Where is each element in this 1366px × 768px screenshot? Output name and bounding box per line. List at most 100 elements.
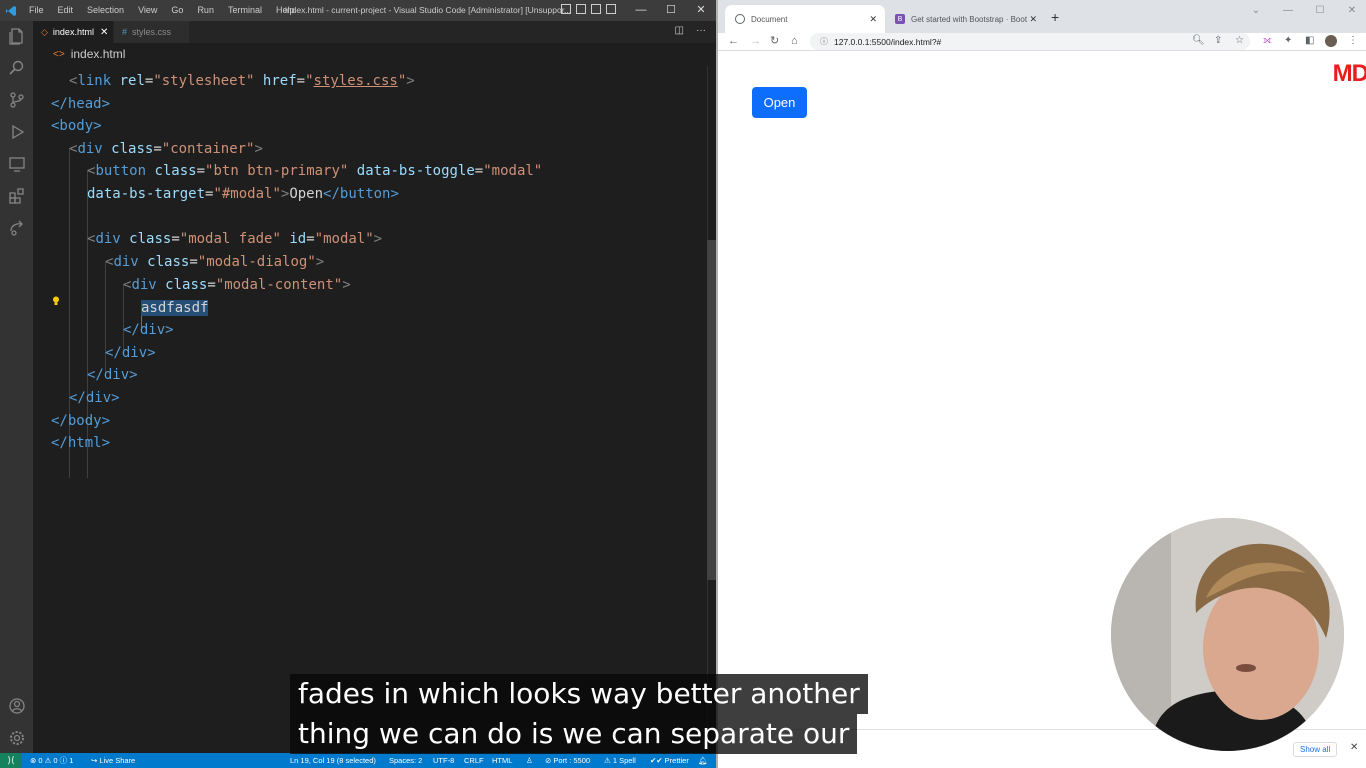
code-line: </html> xyxy=(51,435,111,451)
breadcrumb-file[interactable]: index.html xyxy=(71,47,126,61)
profile-avatar[interactable] xyxy=(1325,35,1337,47)
close-icon[interactable]: ✕ xyxy=(1336,0,1366,22)
browser-tab-strip: Document ✕ B Get started with Bootstrap … xyxy=(718,0,1366,33)
tab-close-icon[interactable]: ✕ xyxy=(1029,14,1037,25)
menu-file[interactable]: File xyxy=(22,0,51,21)
code-line: <div class="modal-content"> xyxy=(123,277,351,293)
share-icon[interactable]: ⇪ xyxy=(1214,35,1222,46)
code-line: </div> xyxy=(105,345,156,361)
code-line: </div> xyxy=(87,367,138,383)
live-server-port[interactable]: ⊘ Port : 5500 xyxy=(545,753,590,768)
reload-icon[interactable]: ↻ xyxy=(770,33,779,50)
cursor-position[interactable]: Ln 19, Col 19 (8 selected) xyxy=(290,753,376,768)
remote-indicator-icon[interactable]: ⟩⟨ xyxy=(0,753,22,768)
new-tab-button[interactable]: + xyxy=(1051,9,1059,25)
code-line-selected: asdfasdf xyxy=(141,297,209,319)
code-line: <body> xyxy=(51,118,102,134)
browser-tab-bootstrap[interactable]: B Get started with Bootstrap · Boot ✕ xyxy=(885,5,1045,33)
minimize-icon[interactable]: — xyxy=(626,0,656,21)
person-icon[interactable]: ♙ xyxy=(526,753,533,768)
menu-run[interactable]: Run xyxy=(190,0,221,21)
notifications-bell-icon[interactable]: 🔔︎ xyxy=(698,753,708,768)
menu-selection[interactable]: Selection xyxy=(80,0,131,21)
bookmark-star-icon[interactable]: ☆ xyxy=(1235,35,1244,46)
toggle-sidebar-icon[interactable] xyxy=(561,4,571,14)
indentation-status[interactable]: Spaces: 2 xyxy=(389,753,422,768)
run-debug-icon[interactable] xyxy=(0,117,33,147)
editor-scrollbar[interactable] xyxy=(707,240,716,580)
eol-status[interactable]: CRLF xyxy=(464,753,484,768)
toggle-secondary-sidebar-icon[interactable] xyxy=(591,4,601,14)
extension-icon[interactable]: ⟗ xyxy=(1263,35,1272,46)
vscode-logo-icon xyxy=(0,0,22,21)
language-mode[interactable]: HTML xyxy=(492,753,512,768)
address-bar[interactable]: ⓘ 127.0.0.1:5500/index.html?# xyxy=(810,33,1250,50)
css-file-icon: # xyxy=(122,27,128,37)
tab-close-icon[interactable]: ✕ xyxy=(869,14,877,25)
tab-close-icon[interactable]: ✕ xyxy=(100,27,108,38)
code-editor[interactable]: <link rel="stylesheet" href="styles.css"… xyxy=(33,66,707,753)
encoding-status[interactable]: UTF-8 xyxy=(433,753,454,768)
close-icon[interactable]: ✕ xyxy=(686,0,716,21)
browser-toolbar: ← → ↻ ⌂ ⓘ 127.0.0.1:5500/index.html?# 🔍︎… xyxy=(718,33,1366,51)
menu-terminal[interactable]: Terminal xyxy=(221,0,269,21)
zoom-icon[interactable]: 🔍︎ xyxy=(1192,35,1205,46)
globe-icon xyxy=(735,14,745,24)
problems-indicator[interactable]: ⊗ 0 ⚠ 0 ⓘ 1 xyxy=(30,753,73,768)
home-icon[interactable]: ⌂ xyxy=(791,33,798,50)
search-icon[interactable] xyxy=(0,53,33,83)
live-share-icon[interactable] xyxy=(0,213,33,243)
selected-text[interactable]: asdfasdf xyxy=(141,300,209,316)
accounts-icon[interactable] xyxy=(0,691,33,721)
maximize-icon[interactable]: ☐ xyxy=(656,0,686,21)
forward-arrow-icon[interactable]: → xyxy=(750,33,761,50)
more-actions-icon[interactable]: ··· xyxy=(696,25,706,36)
tab-index-html[interactable]: ◇ index.html ✕ xyxy=(33,21,113,43)
site-info-icon[interactable]: ⓘ xyxy=(820,36,828,47)
maximize-icon[interactable]: ☐ xyxy=(1304,0,1336,22)
prettier-status[interactable]: ✔✔ Prettier xyxy=(650,753,689,768)
menu-edit[interactable]: Edit xyxy=(51,0,81,21)
side-panel-icon[interactable]: ◧ xyxy=(1305,35,1314,46)
toggle-panel-icon[interactable] xyxy=(576,4,586,14)
editor-tabs: ◇ index.html ✕ # styles.css ◫ ··· xyxy=(33,21,716,43)
chevron-down-icon[interactable]: ⌄ xyxy=(1240,0,1272,22)
browser-tab-title: Document xyxy=(751,14,788,24)
code-line: <button class="btn btn-primary" data-bs-… xyxy=(87,163,543,179)
tab-label: styles.css xyxy=(132,27,172,37)
split-editor-icon[interactable]: ◫ xyxy=(675,25,684,36)
open-modal-button[interactable]: Open xyxy=(752,87,807,118)
code-line: </div> xyxy=(69,390,120,406)
presenter-video-image xyxy=(1111,518,1344,751)
more-menu-icon[interactable]: ⋮ xyxy=(1348,35,1358,46)
lightbulb-icon[interactable] xyxy=(52,296,60,306)
extensions-icon[interactable] xyxy=(0,181,33,211)
show-all-downloads-button[interactable]: Show all xyxy=(1293,742,1338,757)
webcam-overlay xyxy=(1111,518,1344,751)
source-control-icon[interactable] xyxy=(0,85,33,115)
customize-layout-icon[interactable] xyxy=(606,4,616,14)
extensions-puzzle-icon[interactable]: ✦ xyxy=(1284,35,1292,46)
browser-tab-document[interactable]: Document ✕ xyxy=(725,5,885,33)
back-arrow-icon[interactable]: ← xyxy=(728,33,739,50)
code-line: </head> xyxy=(51,96,111,112)
code-line: <div class="container"> xyxy=(69,141,263,157)
manage-gear-icon[interactable] xyxy=(0,723,33,753)
subtitle-line-1: fades in which looks way better another xyxy=(290,674,868,714)
menu-view[interactable]: View xyxy=(131,0,164,21)
channel-logo: MD xyxy=(1332,60,1366,87)
menu-bar: File Edit Selection View Go Run Terminal… xyxy=(22,0,301,21)
remote-explorer-icon[interactable] xyxy=(0,149,33,179)
minimize-icon[interactable]: — xyxy=(1272,0,1304,22)
code-line: <link rel="stylesheet" href="styles.css"… xyxy=(69,73,415,89)
video-subtitles: fades in which looks way better another … xyxy=(290,674,868,754)
spell-check-status[interactable]: ⚠ 1 Spell xyxy=(604,753,636,768)
explorer-icon[interactable] xyxy=(0,21,33,51)
code-line: data-bs-target="#modal">Open</button> xyxy=(87,186,399,202)
tab-styles-css[interactable]: # styles.css xyxy=(113,21,189,43)
downloads-close-icon[interactable]: ✕ xyxy=(1350,742,1358,753)
menu-go[interactable]: Go xyxy=(164,0,190,21)
live-share-status[interactable]: ↪ Live Share xyxy=(91,753,135,768)
url-text: 127.0.0.1:5500/index.html?# xyxy=(834,36,942,47)
code-line: </div> xyxy=(123,322,174,338)
